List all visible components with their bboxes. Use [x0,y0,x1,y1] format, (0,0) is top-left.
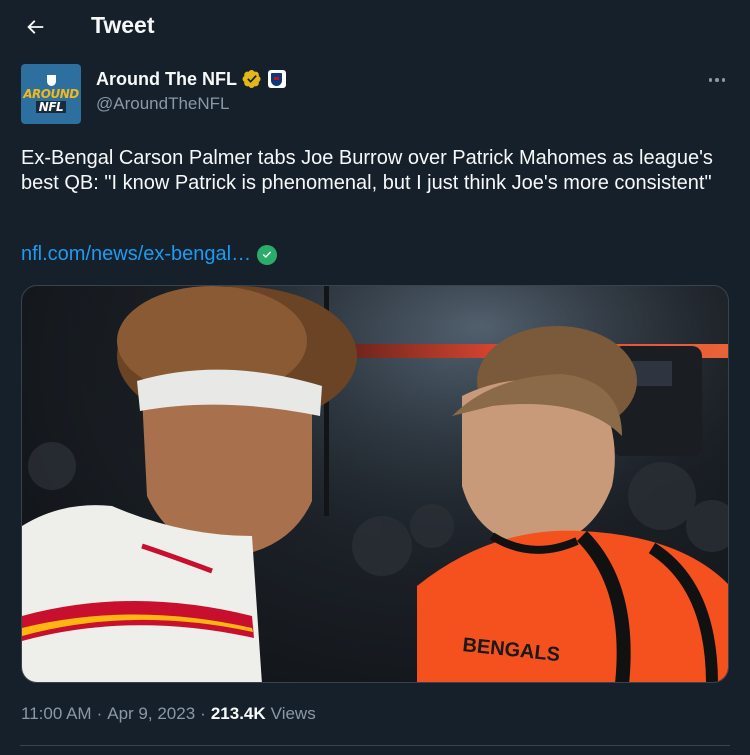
nfl-shield-icon [46,75,56,86]
more-dots-icon [715,78,719,82]
views-count[interactable]: 213.4K [211,704,266,724]
author-block: Around The NFL @AroundTheNFL [96,67,286,114]
more-options-button[interactable] [700,67,734,93]
verified-gold-badge-icon[interactable] [242,69,262,89]
tweet-text: Ex-Bengal Carson Palmer tabs Joe Burrow … [21,147,713,194]
avatar[interactable]: AROUND NFL [21,64,81,124]
author-name-row: Around The NFL [96,67,286,91]
separator: · [200,704,206,723]
divider [20,745,730,746]
author-display-name[interactable]: Around The NFL [96,69,237,90]
avatar-logo-line2: NFL [35,101,67,113]
page-title: Tweet [91,12,155,38]
affiliation-badge[interactable] [267,70,286,88]
top-bar: Tweet [0,0,750,53]
tweet-date[interactable]: Apr 9, 2023 [107,704,195,724]
tweet-meta: 11:00 AM · Apr 9, 2023 · 213.4K Views [21,704,316,724]
avatar-logo-line1: AROUND [23,87,79,101]
article-link[interactable]: nfl.com/news/ex-bengal… [21,243,251,266]
views-label: Views [270,704,316,723]
more-dots-icon [721,78,726,82]
check-circle-icon [257,244,278,265]
tweet-time[interactable]: 11:00 AM [21,704,92,724]
separator: · [96,704,103,723]
more-dots-icon [708,78,713,82]
tweet-photo[interactable]: BENGALS [21,285,729,683]
back-button[interactable] [18,10,52,44]
author-handle[interactable]: @AroundTheNFL [96,94,286,114]
link-row: nfl.com/news/ex-bengal… [21,243,278,266]
photo-illustration: BENGALS [22,286,728,682]
nfl-shield-icon [271,72,283,86]
arrow-left-icon [27,20,44,34]
